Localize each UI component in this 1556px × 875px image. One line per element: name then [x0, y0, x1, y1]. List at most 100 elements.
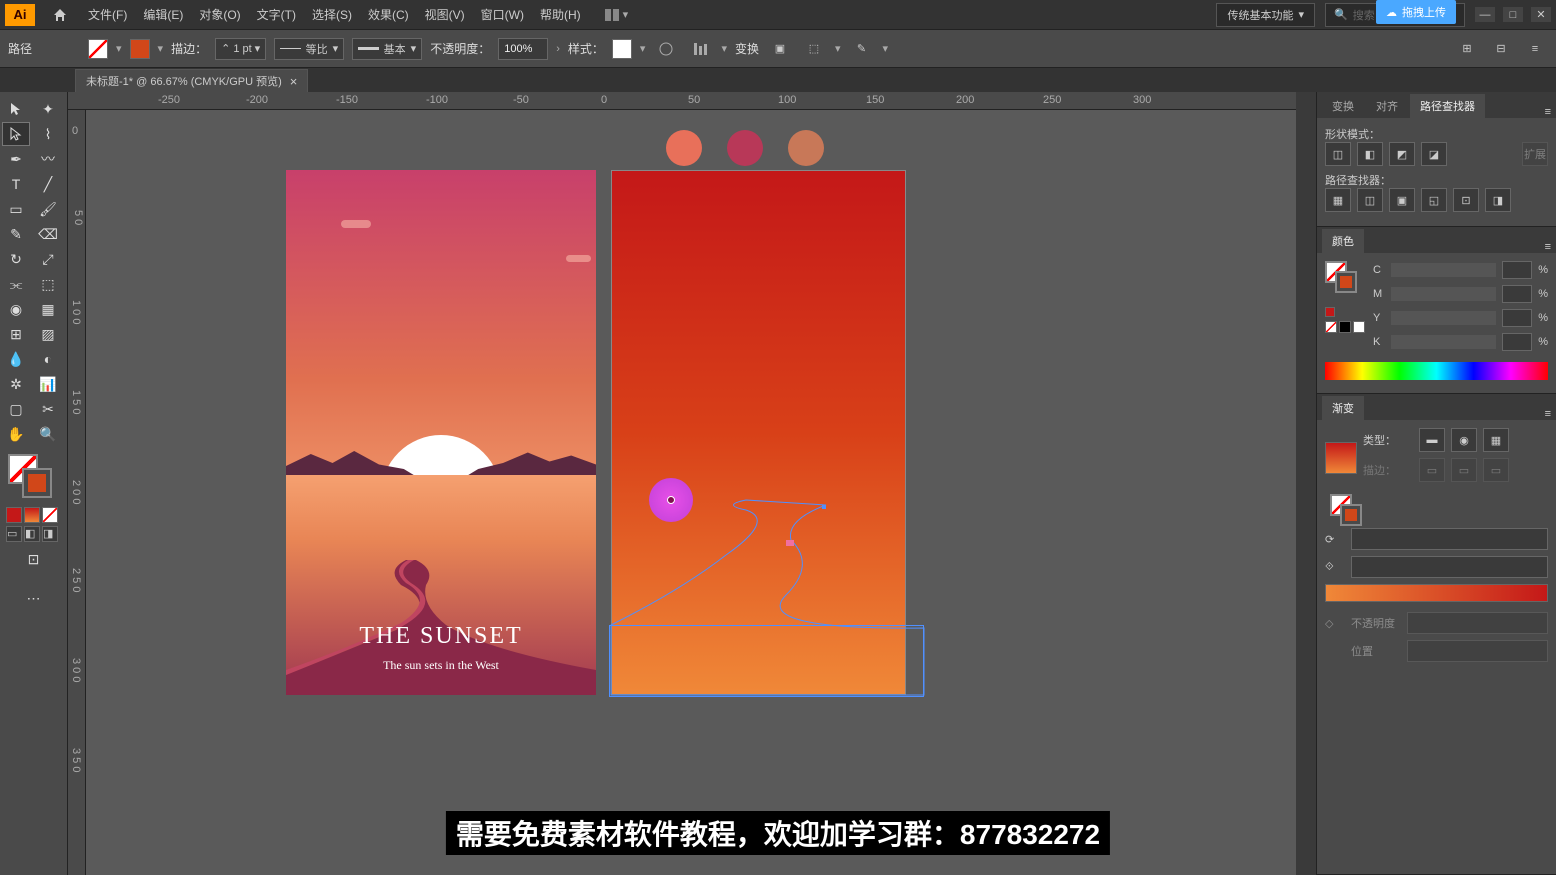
black-swatch[interactable]	[1339, 321, 1351, 333]
line-tool[interactable]: ╱	[34, 172, 62, 196]
zoom-tool[interactable]: 🔍	[34, 422, 62, 446]
shape-icon[interactable]: ⬚	[801, 36, 827, 62]
draw-normal[interactable]: ▭	[6, 526, 22, 542]
stroke-weight-input[interactable]: ⌃1 pt▾	[215, 38, 266, 60]
menu-window[interactable]: 窗口(W)	[473, 1, 532, 28]
menu-edit[interactable]: 编辑(E)	[135, 1, 191, 28]
scale-tool[interactable]: ⤢	[34, 247, 62, 271]
maximize-button[interactable]: □	[1503, 7, 1523, 22]
panel-menu-icon[interactable]: ≡	[1545, 241, 1551, 253]
aspect-input[interactable]	[1351, 556, 1548, 578]
merge-button[interactable]: ▣	[1389, 188, 1415, 212]
slice-tool[interactable]: ✂	[34, 397, 62, 421]
m-value[interactable]	[1502, 285, 1532, 303]
edit-icon[interactable]: ✎	[849, 36, 875, 62]
close-button[interactable]: ✕	[1531, 7, 1551, 22]
c-slider[interactable]	[1391, 263, 1496, 277]
color-mode-none[interactable]	[42, 507, 58, 523]
angle-input[interactable]	[1351, 528, 1548, 550]
gradient-tool[interactable]: ▨	[34, 322, 62, 346]
curvature-tool[interactable]: 〰	[34, 147, 62, 171]
color-dot-3[interactable]	[788, 130, 824, 166]
menu-effect[interactable]: 效果(C)	[360, 1, 417, 28]
recolor-icon[interactable]	[653, 36, 679, 62]
pen-tool[interactable]: ✒	[2, 147, 30, 171]
y-slider[interactable]	[1391, 311, 1496, 325]
width-tool[interactable]: ⫘	[2, 272, 30, 296]
m-slider[interactable]	[1391, 287, 1496, 301]
last-color-icon[interactable]	[1325, 307, 1335, 317]
tab-color[interactable]: 颜色	[1322, 229, 1364, 253]
rectangle-tool[interactable]: ▭	[2, 197, 30, 221]
y-value[interactable]	[1502, 309, 1532, 327]
menu-select[interactable]: 选择(S)	[304, 1, 360, 28]
isolate-icon[interactable]: ▣	[767, 36, 793, 62]
width-profile-dropdown[interactable]: 等比▾	[274, 38, 344, 60]
minus-front-button[interactable]: ◧	[1357, 142, 1383, 166]
gradient-slider[interactable]	[1325, 584, 1548, 602]
c-value[interactable]	[1502, 261, 1532, 279]
intersect-button[interactable]: ◩	[1389, 142, 1415, 166]
grid-icon[interactable]: ⊞	[1454, 36, 1480, 62]
draw-inside[interactable]: ◨	[42, 526, 58, 542]
menu-object[interactable]: 对象(O)	[191, 1, 248, 28]
minimize-button[interactable]: —	[1475, 7, 1495, 22]
menu-type[interactable]: 文字(T)	[249, 1, 304, 28]
workspace-dropdown[interactable]: 传统基本功能▾	[1216, 3, 1315, 27]
artboard-2[interactable]	[611, 170, 906, 695]
hand-tool[interactable]: ✋	[2, 422, 30, 446]
tab-close-icon[interactable]: ×	[290, 74, 298, 89]
selection-tool[interactable]	[2, 97, 30, 121]
tab-pathfinder[interactable]: 路径查找器	[1410, 94, 1485, 118]
panel-menu-icon[interactable]: ≡	[1545, 106, 1551, 118]
graph-tool[interactable]: 📊	[34, 372, 62, 396]
opacity-input[interactable]	[498, 38, 548, 60]
white-swatch[interactable]	[1353, 321, 1365, 333]
linear-gradient-button[interactable]: ▬	[1419, 428, 1445, 452]
color-spectrum[interactable]	[1325, 362, 1548, 380]
fill-swatch[interactable]	[88, 39, 108, 59]
tab-transform[interactable]: 变换	[1322, 94, 1364, 118]
tab-gradient[interactable]: 渐变	[1322, 396, 1364, 420]
magic-wand-tool[interactable]: ✦	[34, 97, 62, 121]
direct-selection-tool[interactable]	[2, 122, 30, 146]
shape-builder-tool[interactable]: ◉	[2, 297, 30, 321]
arrange-icons[interactable]: ▾	[604, 8, 629, 22]
tab-align[interactable]: 对齐	[1366, 94, 1408, 118]
freeform-gradient-button[interactable]: ▦	[1483, 428, 1509, 452]
outline-button[interactable]: ⊡	[1453, 188, 1479, 212]
k-value[interactable]	[1502, 333, 1532, 351]
k-slider[interactable]	[1391, 335, 1496, 349]
radial-gradient-button[interactable]: ◉	[1451, 428, 1477, 452]
menu-file[interactable]: 文件(F)	[80, 1, 135, 28]
stroke-indicator[interactable]	[22, 468, 52, 498]
collapsed-panel-strip[interactable]	[1296, 92, 1316, 875]
free-transform-tool[interactable]: ⬚	[34, 272, 62, 296]
panel-menu-icon[interactable]: ≡	[1545, 408, 1551, 420]
brush-definition-dropdown[interactable]: 基本▾	[352, 38, 422, 60]
screen-mode[interactable]: ⊡	[2, 547, 65, 571]
draw-behind[interactable]: ◧	[24, 526, 40, 542]
type-tool[interactable]: T	[2, 172, 30, 196]
none-swatch[interactable]	[1325, 321, 1337, 333]
gradient-stroke-swatch[interactable]	[1340, 504, 1362, 526]
perspective-tool[interactable]: ▦	[34, 297, 62, 321]
unite-button[interactable]: ◫	[1325, 142, 1351, 166]
align-icon[interactable]	[687, 36, 713, 62]
menu-help[interactable]: 帮助(H)	[532, 1, 589, 28]
mesh-tool[interactable]: ⊞	[2, 322, 30, 346]
artboard-1[interactable]: THE SUNSET The sun sets in the West	[286, 170, 596, 695]
canvas-area[interactable]: THE SUNSET The sun sets in the West	[86, 110, 1296, 875]
color-mode-solid[interactable]	[6, 507, 22, 523]
home-icon[interactable]	[50, 5, 70, 25]
artboard-tool[interactable]: ▢	[2, 397, 30, 421]
style-swatch[interactable]	[612, 39, 632, 59]
eyedropper-tool[interactable]: 💧	[2, 347, 30, 371]
rotate-tool[interactable]: ↻	[2, 247, 30, 271]
document-tab[interactable]: 未标题-1* @ 66.67% (CMYK/GPU 预览) ×	[75, 69, 308, 92]
list-icon[interactable]: ≡	[1522, 36, 1548, 62]
color-dot-2[interactable]	[727, 130, 763, 166]
upload-button[interactable]: ☁ 拖拽上传	[1376, 0, 1456, 24]
crop-button[interactable]: ◱	[1421, 188, 1447, 212]
shaper-tool[interactable]: ✎	[2, 222, 30, 246]
